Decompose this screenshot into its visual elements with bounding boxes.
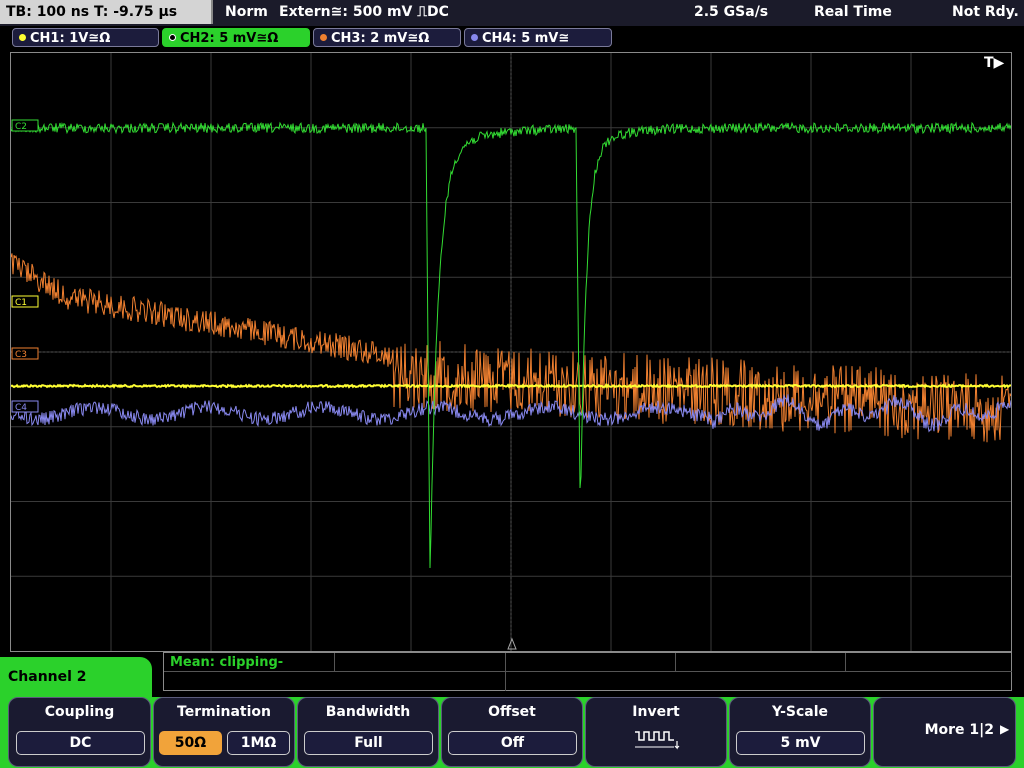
measurement-panel[interactable]: Mean: clipping-: [163, 652, 1012, 691]
ch3-ground-marker[interactable]: C3: [11, 347, 39, 360]
next-page-arrow-icon: ▶: [1000, 722, 1010, 736]
ch4-marker-label: C4: [15, 403, 27, 413]
mean-measurement: Mean: clipping-: [170, 655, 284, 670]
offset-value[interactable]: Off: [448, 731, 577, 755]
ch1-marker-label: C1: [15, 298, 27, 308]
trigger-position-marker[interactable]: T▶: [984, 55, 1005, 71]
yscale-title: Y-Scale: [771, 704, 828, 720]
tab-ch3[interactable]: CH3: 2 mV≅Ω: [313, 28, 461, 47]
invert-title: Invert: [632, 704, 680, 720]
waveform-plot: C2 C1 C3 C4 T▶: [11, 53, 1011, 651]
ch3-marker-label: C3: [15, 350, 27, 360]
sample-rate: 2.5 GSa/s: [694, 4, 769, 20]
tab-ch4[interactable]: CH4: 5 mV≅: [464, 28, 612, 47]
bandwidth-softkey[interactable]: Bandwidth Full: [297, 697, 439, 767]
offset-softkey[interactable]: Offset Off: [441, 697, 583, 767]
invert-waveform-icon: [635, 731, 680, 750]
ch3-dot-icon: [320, 34, 327, 41]
tab-ch2-label: CH2: 5 mV≅Ω: [180, 31, 279, 46]
acquisition-mode: Real Time: [814, 4, 892, 20]
tab-ch3-label: CH3: 2 mV≅Ω: [331, 31, 430, 46]
ch2-marker-label: C2: [15, 122, 27, 132]
termination-1mohm[interactable]: 1MΩ: [227, 731, 290, 755]
ch4-ground-marker[interactable]: C4: [11, 400, 39, 413]
bandwidth-title: Bandwidth: [325, 704, 411, 720]
trigger-mode[interactable]: Norm: [225, 0, 268, 24]
waveform-display[interactable]: C2 C1 C3 C4 T▶: [10, 52, 1012, 652]
more-label: More 1|2: [924, 722, 994, 738]
menu-title: Channel 2: [0, 657, 152, 697]
ch1-waveform: [11, 382, 1011, 389]
trigger-readout[interactable]: Extern≅: 500 mV ⎍DC: [279, 0, 449, 24]
yscale-softkey[interactable]: Y-Scale 5 mV: [729, 697, 871, 767]
tab-ch1[interactable]: CH1: 1V≅Ω: [12, 28, 159, 47]
coupling-softkey[interactable]: Coupling DC: [8, 697, 151, 767]
more-softkey[interactable]: More 1|2 ▶: [873, 697, 1016, 767]
ch1-ground-marker[interactable]: C1: [11, 295, 39, 308]
ch2-dot-icon: [169, 34, 176, 41]
offset-title: Offset: [488, 704, 536, 720]
tab-ch2[interactable]: CH2: 5 mV≅Ω: [162, 28, 310, 47]
coupling-value[interactable]: DC: [16, 731, 145, 755]
tab-ch4-label: CH4: 5 mV≅: [482, 31, 570, 46]
graticule: [11, 53, 1011, 651]
tab-ch1-label: CH1: 1V≅Ω: [30, 31, 111, 46]
ch2-ground-marker[interactable]: C2: [11, 119, 39, 132]
trigger-state: Not Rdy.: [952, 4, 1019, 20]
termination-title: Termination: [177, 704, 271, 720]
timebase-readout[interactable]: TB: 100 ns T: -9.75 µs: [0, 0, 213, 24]
termination-softkey[interactable]: Termination 50Ω 1MΩ: [153, 697, 295, 767]
invert-softkey[interactable]: Invert: [585, 697, 727, 767]
ch1-dot-icon: [19, 34, 26, 41]
yscale-value[interactable]: 5 mV: [736, 731, 865, 755]
coupling-title: Coupling: [44, 704, 115, 720]
bandwidth-value[interactable]: Full: [304, 731, 433, 755]
ch4-dot-icon: [471, 34, 478, 41]
termination-50ohm[interactable]: 50Ω: [159, 731, 222, 755]
trigger-time-marker[interactable]: [507, 637, 517, 650]
